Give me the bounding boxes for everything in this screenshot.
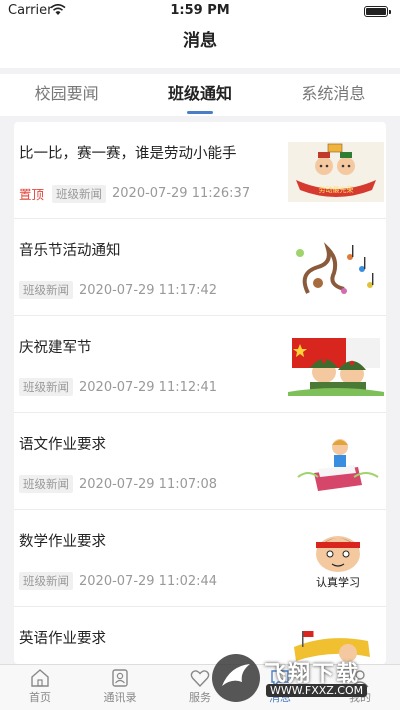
message-title: 英语作业要求 [19,631,106,647]
study-cartoon-thumbnail: 认真学习 [288,530,384,590]
page-title: 消息 [183,31,217,51]
message-date: 2020-07-29 11:02:44 [79,573,218,589]
navigation-bar: 消息 [0,22,400,68]
tabbar-label: 首页 [29,691,51,704]
message-meta: 班级新闻 2020-07-29 11:02:44 [19,572,217,590]
message-date: 2020-07-29 11:26:37 [112,186,251,201]
message-meta: 班级新闻 2020-07-29 11:12:41 [19,378,217,396]
category-tag: 班级新闻 [19,281,73,299]
list-item[interactable]: 比一比，赛一赛，谁是劳动小能手 置顶 班级新闻 2020-07-29 11:26… [14,122,386,219]
message-title: 音乐节活动通知 [19,243,121,259]
list-item[interactable]: 庆祝建军节 班级新闻 2020-07-29 11:12:41 [14,316,386,413]
category-tag: 班级新闻 [19,572,73,590]
soldiers-thumbnail [288,336,384,396]
clock: 1:59 PM [170,3,230,18]
list-item[interactable]: 数学作业要求 班级新闻 2020-07-29 11:02:44 认真学习 [14,510,386,607]
tabbar-item-contacts[interactable]: 通讯录 [80,665,160,710]
segment-tabs: 校园要闻 班级通知 系统消息 [0,74,400,116]
thumbnail-caption: 劳动最光荣 [319,185,354,194]
message-date: 2020-07-29 11:07:08 [79,476,218,492]
home-icon [31,669,49,687]
message-title: 比一比，赛一赛，谁是劳动小能手 [19,146,237,162]
category-tag: 班级新闻 [52,184,107,203]
list-item[interactable]: 音乐节活动通知 班级新闻 2020-07-29 11:17:42 [14,219,386,316]
heart-icon [190,670,210,688]
message-title: 庆祝建军节 [19,340,92,356]
status-bar: Carrier 1:59 PM [0,0,400,22]
labor-cartoon-thumbnail: 劳动最光荣 [288,142,384,202]
tabbar-item-home[interactable]: 首页 [0,665,80,710]
kid-reading-thumbnail [288,433,384,493]
contacts-icon [112,669,128,687]
tab-class-notice[interactable]: 班级通知 [133,74,266,116]
tabbar-label: 服务 [189,691,211,704]
battery-icon [364,6,391,17]
thumbnail-caption: 认真学习 [316,575,360,589]
message-meta: 班级新闻 2020-07-29 11:07:08 [19,475,217,493]
message-date: 2020-07-29 11:17:42 [79,282,218,298]
watermark-url: WWW.FXXZ.COM [266,684,368,697]
message-meta: 班级新闻 2020-07-29 11:17:42 [19,281,217,299]
tab-system-messages[interactable]: 系统消息 [267,74,400,116]
category-tag: 班级新闻 [19,475,73,493]
category-tag: 班级新闻 [19,378,73,396]
watermark-logo: 飞翔下载 WWW.FXXZ.COM [210,652,386,704]
message-date: 2020-07-29 11:12:41 [79,379,218,395]
list-item[interactable]: 语文作业要求 班级新闻 2020-07-29 11:07:08 [14,413,386,510]
message-title: 数学作业要求 [19,534,106,550]
message-title: 语文作业要求 [19,437,106,453]
pinned-badge: 置顶 [19,187,45,202]
tabbar-label: 通讯录 [103,691,137,704]
tab-campus-news[interactable]: 校园要闻 [0,74,133,116]
watermark-wing-icon [212,654,260,702]
message-meta: 置顶 班级新闻 2020-07-29 11:26:37 [19,184,250,203]
music-notes-thumbnail [288,239,384,299]
message-list: 比一比，赛一赛，谁是劳动小能手 置顶 班级新闻 2020-07-29 11:26… [14,122,386,664]
